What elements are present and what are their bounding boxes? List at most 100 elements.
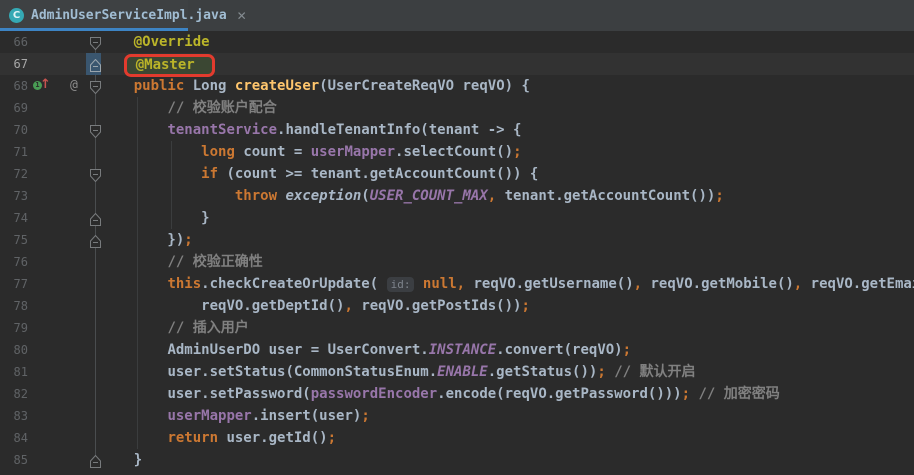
close-icon[interactable]: ✕ bbox=[237, 10, 247, 22]
fold-expand-icon[interactable] bbox=[90, 79, 101, 92]
token-punct: ; bbox=[682, 386, 690, 402]
gutter-icons bbox=[28, 207, 100, 229]
gutter-icons bbox=[28, 427, 100, 449]
code-line[interactable]: 71 long count = userMapper.selectCount()… bbox=[0, 141, 914, 163]
line-number: 78 bbox=[0, 295, 28, 317]
code-line[interactable]: 81 user.setStatus(CommonStatusEnum.ENABL… bbox=[0, 361, 914, 383]
token-punct: ; bbox=[597, 364, 605, 380]
annotation-at-icon: @ bbox=[70, 75, 78, 97]
token-def bbox=[100, 166, 201, 182]
token-def: .getStatus()) bbox=[488, 364, 598, 380]
token-def: .convert(reqVO) bbox=[496, 342, 622, 358]
token-punct: , bbox=[634, 276, 642, 292]
code-text: // 校验账户配合 bbox=[100, 97, 277, 119]
token-cmt: // 校验正确性 bbox=[167, 254, 262, 270]
line-number: 74 bbox=[0, 207, 28, 229]
code-line[interactable]: 76 // 校验正确性 bbox=[0, 251, 914, 273]
token-def: count = bbox=[243, 144, 310, 160]
token-kw: long bbox=[201, 144, 243, 160]
code-text: public Long createUser(UserCreateReqVO r… bbox=[100, 75, 530, 97]
code-line[interactable]: 66 @Override bbox=[0, 31, 914, 53]
token-def: reqVO.getUsername() bbox=[465, 276, 634, 292]
fold-expand-icon[interactable] bbox=[90, 167, 101, 180]
tab-adminuserserviceimpl[interactable]: C AdminUserServiceImpl.java ✕ bbox=[0, 0, 188, 31]
gutter-icons bbox=[28, 449, 100, 471]
gutter-icons bbox=[28, 163, 100, 185]
code-line[interactable]: 80 AdminUserDO user = UserConvert.INSTAN… bbox=[0, 339, 914, 361]
code-line[interactable]: 84 return user.getId(); bbox=[0, 427, 914, 449]
token-def: } bbox=[100, 452, 142, 468]
token-field: userMapper bbox=[311, 144, 395, 160]
gutter-icons bbox=[28, 119, 100, 141]
token-field: passwordEncoder bbox=[311, 386, 437, 402]
gutter-icons bbox=[28, 383, 100, 405]
fold-expand-icon[interactable] bbox=[90, 35, 101, 48]
fold-collapse-icon[interactable] bbox=[90, 453, 101, 466]
gutter-icons bbox=[28, 317, 100, 339]
code-text: tenantService.handleTenantInfo(tenant ->… bbox=[100, 119, 521, 141]
code-line[interactable]: 73 throw exception(USER_COUNT_MAX, tenan… bbox=[0, 185, 914, 207]
token-def: AdminUserDO user = UserConvert. bbox=[167, 342, 428, 358]
fold-collapse-icon[interactable] bbox=[90, 233, 101, 246]
line-number: 84 bbox=[0, 427, 28, 449]
code-text: return user.getId(); bbox=[100, 427, 336, 449]
code-line[interactable]: 69 // 校验账户配合 bbox=[0, 97, 914, 119]
code-line[interactable]: 74 } bbox=[0, 207, 914, 229]
code-text: throw exception(USER_COUNT_MAX, tenant.g… bbox=[100, 185, 724, 207]
navigate-up-arrow-icon[interactable]: ↑ bbox=[40, 77, 51, 93]
tab-title: AdminUserServiceImpl.java bbox=[31, 8, 227, 23]
token-def: user.getId() bbox=[226, 430, 327, 446]
gutter-icons bbox=[28, 251, 100, 273]
code-text: // 校验正确性 bbox=[100, 251, 263, 273]
token-def: user.setPassword( bbox=[167, 386, 310, 402]
token-def bbox=[100, 320, 167, 336]
token-def: .handleTenantInfo(tenant -> { bbox=[277, 122, 521, 138]
token-def: }) bbox=[100, 232, 184, 248]
line-number: 76 bbox=[0, 251, 28, 273]
code-line[interactable]: 77 this.checkCreateOrUpdate( id: null, r… bbox=[0, 273, 914, 295]
code-line[interactable]: 85 } bbox=[0, 449, 914, 471]
line-number: 83 bbox=[0, 405, 28, 427]
token-def: reqVO.getMobile() bbox=[642, 276, 794, 292]
line-number: 85 bbox=[0, 449, 28, 471]
code-line[interactable]: 72 if (count >= tenant.getAccountCount()… bbox=[0, 163, 914, 185]
code-line[interactable]: 82 user.setPassword(passwordEncoder.enco… bbox=[0, 383, 914, 405]
token-punct: ; bbox=[328, 430, 336, 446]
token-def bbox=[414, 276, 422, 292]
master-annotation-highlight-box: @Master bbox=[124, 54, 215, 77]
code-line[interactable]: 78 reqVO.getDeptId(), reqVO.getPostIds()… bbox=[0, 295, 914, 317]
code-editor[interactable]: 66 @Override67 @Master681↑@ public Long … bbox=[0, 31, 914, 475]
line-number: 69 bbox=[0, 97, 28, 119]
token-static: INSTANCE bbox=[429, 342, 496, 358]
token-def: reqVO.getEmail() bbox=[802, 276, 914, 292]
editor-tab-bar: C AdminUserServiceImpl.java ✕ bbox=[0, 0, 914, 31]
token-def: .encode(reqVO.getPassword())) bbox=[437, 386, 681, 402]
token-punct: ; bbox=[623, 342, 631, 358]
code-line[interactable]: 681↑@ public Long createUser(UserCreateR… bbox=[0, 75, 914, 97]
token-cmt: // 加密密码 bbox=[698, 386, 779, 402]
code-text: AdminUserDO user = UserConvert.INSTANCE.… bbox=[100, 339, 631, 361]
line-number: 66 bbox=[0, 31, 28, 53]
token-kw: null bbox=[423, 276, 457, 292]
token-def: reqVO.getPostIds()) bbox=[353, 298, 522, 314]
code-line[interactable]: 79 // 插入用户 bbox=[0, 317, 914, 339]
token-cmt: // 校验账户配合 bbox=[167, 100, 276, 116]
fold-collapse-icon[interactable] bbox=[90, 211, 101, 224]
token-def bbox=[100, 298, 201, 314]
fold-collapse-icon[interactable] bbox=[90, 57, 101, 70]
token-kw: throw bbox=[235, 188, 286, 204]
gutter-icons bbox=[28, 97, 100, 119]
token-smethod: exception bbox=[285, 188, 361, 204]
token-kw: this bbox=[167, 276, 201, 292]
code-line[interactable]: 67 @Master bbox=[0, 53, 914, 75]
fold-expand-icon[interactable] bbox=[90, 123, 101, 136]
code-line[interactable]: 83 userMapper.insert(user); bbox=[0, 405, 914, 427]
code-rows: 66 @Override67 @Master681↑@ public Long … bbox=[0, 31, 914, 471]
code-text: }); bbox=[100, 229, 193, 251]
token-def: (count >= tenant.getAccountCount()) { bbox=[226, 166, 538, 182]
code-line[interactable]: 70 tenantService.handleTenantInfo(tenant… bbox=[0, 119, 914, 141]
token-def bbox=[100, 342, 167, 358]
code-line[interactable]: 75 }); bbox=[0, 229, 914, 251]
token-def: .insert(user) bbox=[252, 408, 362, 424]
token-def bbox=[100, 188, 235, 204]
